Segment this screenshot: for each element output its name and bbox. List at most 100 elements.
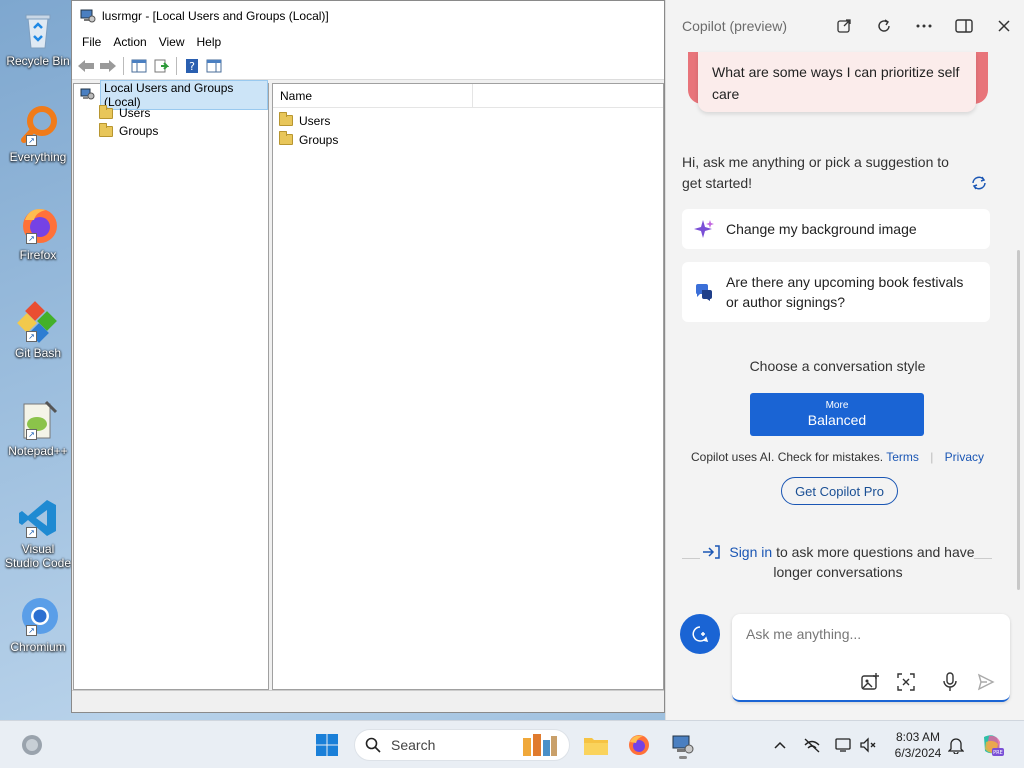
sign-in-link[interactable]: Sign in [729, 544, 772, 560]
refresh-button[interactable] [864, 6, 904, 46]
shortcut-arrow-icon: ↗ [26, 233, 37, 244]
git-bash-icon: ↗ [16, 300, 60, 344]
firefox-icon [629, 735, 649, 755]
export-list-icon[interactable] [151, 56, 171, 76]
folder-icon [99, 104, 113, 119]
taskbar-search-box[interactable]: Search [354, 729, 570, 761]
forward-arrow-icon[interactable] [98, 56, 118, 76]
shortcut-arrow-icon: ↗ [26, 527, 37, 538]
computer-management-icon [672, 735, 694, 754]
shortcut-arrow-icon: ↗ [26, 625, 37, 636]
tree-node-groups[interactable]: Groups [74, 122, 268, 140]
notifications-button[interactable] [940, 729, 972, 761]
column-header-name[interactable]: Name [273, 84, 473, 107]
new-chat-icon [692, 626, 709, 643]
send-icon [977, 673, 995, 691]
tree-node-label: Groups [119, 124, 159, 138]
back-arrow-icon[interactable] [76, 56, 96, 76]
toolbar-separator [176, 57, 177, 75]
search-icon [365, 737, 381, 753]
greeting-text: Hi, ask me anything or pick a suggestion… [682, 154, 949, 191]
more-options-icon [916, 24, 932, 28]
speaker-muted-icon [860, 737, 876, 753]
style-button-caption: More [825, 400, 849, 411]
help-icon[interactable]: ? [182, 56, 202, 76]
network-button[interactable] [796, 729, 828, 761]
windows-logo-icon [316, 734, 338, 756]
dock-side-button[interactable] [944, 6, 984, 46]
chat-input[interactable] [746, 626, 996, 642]
firefox-icon: ↗ [16, 202, 60, 246]
menu-file[interactable]: File [76, 35, 107, 49]
list-item-label: Users [299, 113, 331, 128]
suggestion-chip-background[interactable]: Change my background image [682, 209, 990, 249]
new-topic-button[interactable] [680, 614, 720, 654]
desktop-icon-git-bash[interactable]: ↗ Git Bash [4, 300, 72, 360]
desktop-icon-label: Visual Studio Code [4, 542, 72, 570]
show-hide-console-tree-icon[interactable] [129, 56, 149, 76]
search-highlight-icon [523, 734, 557, 756]
widgets-button[interactable] [16, 729, 48, 761]
open-in-new-window-button[interactable] [824, 6, 864, 46]
taskbar-lusrmgr[interactable] [667, 729, 699, 761]
more-options-button[interactable] [904, 6, 944, 46]
close-button[interactable] [984, 6, 1024, 46]
monitor-icon [835, 738, 851, 752]
prompt-card[interactable]: What are some ways I can prioritize self… [698, 52, 976, 112]
desktop-icon-notepad-plus-plus[interactable]: ↗ Notepad++ [4, 398, 72, 458]
lusrmgr-window: lusrmgr - [Local Users and Groups (Local… [71, 0, 665, 713]
desktop-icon-chromium[interactable]: ↗ Chromium [4, 594, 72, 654]
desktop-icon-everything[interactable]: ↗ Everything [4, 104, 72, 164]
window-titlebar[interactable]: lusrmgr - [Local Users and Groups (Local… [72, 1, 664, 31]
show-hidden-icons-button[interactable] [764, 729, 796, 761]
weather-widget-icon [22, 735, 42, 755]
add-image-button[interactable] [858, 670, 882, 694]
console-tree: Local Users and Groups (Local) Users Gro… [73, 80, 269, 690]
menu-view[interactable]: View [153, 35, 191, 49]
microphone-button[interactable] [938, 670, 962, 694]
style-button-label: Balanced [807, 412, 867, 428]
copilot-pane: Copilot (preview) What are some ways I c… [665, 0, 1024, 720]
terms-link[interactable]: Terms [886, 450, 919, 464]
list-item[interactable]: Groups [273, 130, 663, 149]
active-app-indicator [679, 756, 687, 759]
scrollbar[interactable] [1017, 250, 1020, 590]
result-list: Name Users Groups [272, 83, 664, 690]
search-label: Search [391, 737, 436, 753]
send-button[interactable] [974, 670, 998, 694]
screenshot-button[interactable] [894, 670, 918, 694]
refresh-suggestions-button[interactable] [970, 174, 990, 194]
dock-panel-icon [955, 19, 973, 33]
bell-icon [948, 738, 964, 754]
desktop-icon-vscode[interactable]: ↗ Visual Studio Code [4, 496, 72, 570]
menu-help[interactable]: Help [191, 35, 228, 49]
suggestion-chip-book-festivals[interactable]: Are there any upcoming book festivals or… [682, 262, 990, 322]
privacy-link[interactable]: Privacy [945, 450, 984, 464]
copilot-taskbar-button[interactable]: PRE [976, 729, 1008, 761]
desktop-icon-label: Git Bash [14, 346, 62, 360]
disclaimer-text: Copilot uses AI. Check for mistakes. [690, 450, 884, 464]
sound-button[interactable] [852, 729, 884, 761]
menu-bar: File Action View Help [72, 31, 664, 53]
taskbar-firefox[interactable] [623, 729, 655, 761]
start-button[interactable] [311, 729, 343, 761]
everything-icon: ↗ [16, 104, 60, 148]
file-explorer-icon [584, 738, 608, 755]
tree-root-node[interactable]: Local Users and Groups (Local) [74, 80, 268, 110]
copilot-title: Copilot (preview) [682, 18, 788, 34]
menu-action[interactable]: Action [107, 35, 152, 49]
sign-in-prompt: Sign in to ask more questions and have l… [682, 542, 994, 582]
get-copilot-pro-button[interactable]: Get Copilot Pro [781, 477, 898, 505]
chevron-up-icon [774, 741, 786, 749]
desktop-icon-firefox[interactable]: ↗ Firefox [4, 202, 72, 262]
list-header: Name [273, 84, 663, 108]
desktop-icon-label: Recycle Bin [6, 54, 70, 68]
shortcut-arrow-icon: ↗ [26, 135, 37, 146]
show-hide-action-pane-icon[interactable] [204, 56, 224, 76]
taskbar-file-explorer[interactable] [580, 729, 612, 761]
list-item[interactable]: Users [273, 111, 663, 130]
shortcut-arrow-icon: ↗ [26, 429, 37, 440]
desktop-icon-recycle-bin[interactable]: Recycle Bin [4, 8, 72, 68]
conversation-style-balanced-button[interactable]: More Balanced [750, 393, 924, 436]
desktop-icon-label: Chromium [10, 640, 66, 654]
